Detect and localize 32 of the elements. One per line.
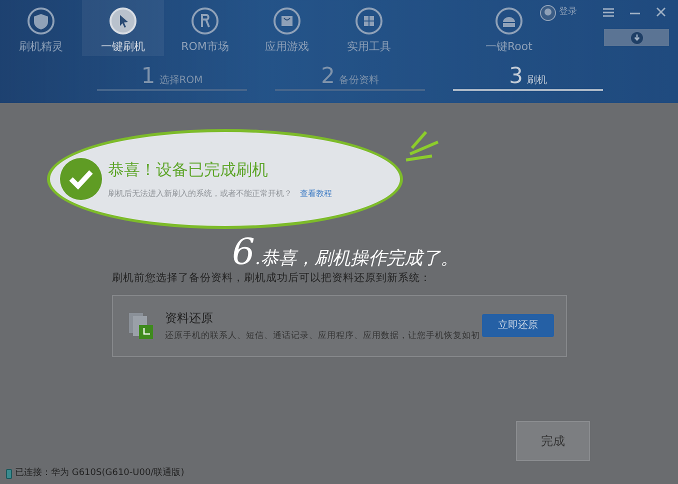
restore-intro-text: 刷机前您选择了备份资料，刷机成功后可以把资料还原到新系统： [112, 271, 432, 286]
r-letter-icon [191, 7, 219, 35]
restore-button[interactable]: 立即还原 [482, 314, 554, 338]
tutorial-link[interactable]: 查看教程 [300, 188, 332, 200]
result-title: 恭喜！设备已完成刷机 [108, 159, 269, 181]
grid-icon [355, 7, 383, 35]
documents-icon [129, 312, 153, 339]
nav-tab[interactable]: ROM市场 [164, 0, 246, 56]
result-message: 刷机后无法进入新刷入的系统，或者不能正常开机？ [108, 188, 292, 200]
phone-icon [6, 468, 12, 478]
user-avatar-icon[interactable] [540, 5, 556, 21]
minimize-icon[interactable] [630, 12, 640, 15]
bag-icon [273, 7, 301, 35]
check-circle-icon [60, 158, 102, 200]
restore-description: 还原手机的联系人、短信、通话记录、应用程序、应用数据，让您手机恢复如初 [165, 330, 481, 343]
menu-icon[interactable] [603, 8, 614, 17]
nav-tab[interactable]: 刷机精灵 [0, 0, 82, 56]
android-icon [495, 7, 523, 35]
cursor-icon [109, 7, 137, 35]
login-link[interactable]: 登录 [559, 6, 577, 20]
close-icon[interactable] [656, 7, 666, 17]
restore-title: 资料还原 [165, 310, 214, 327]
finish-button[interactable]: 完成 [516, 420, 590, 461]
shield-icon [27, 7, 55, 35]
connection-status: 已连接：华为 G610S(G610-U00/联通版) [15, 466, 184, 480]
nav-tab[interactable]: 一键Root [468, 0, 550, 56]
download-button[interactable] [604, 29, 669, 46]
nav-tab[interactable]: 一键刷机 [82, 0, 164, 56]
annotation-caption: 6.恭喜，刷机操作完成了。 [232, 235, 460, 271]
nav-tab[interactable]: 实用工具 [328, 0, 410, 56]
download-icon [630, 32, 642, 44]
nav-tab[interactable]: 应用游戏 [246, 0, 328, 56]
